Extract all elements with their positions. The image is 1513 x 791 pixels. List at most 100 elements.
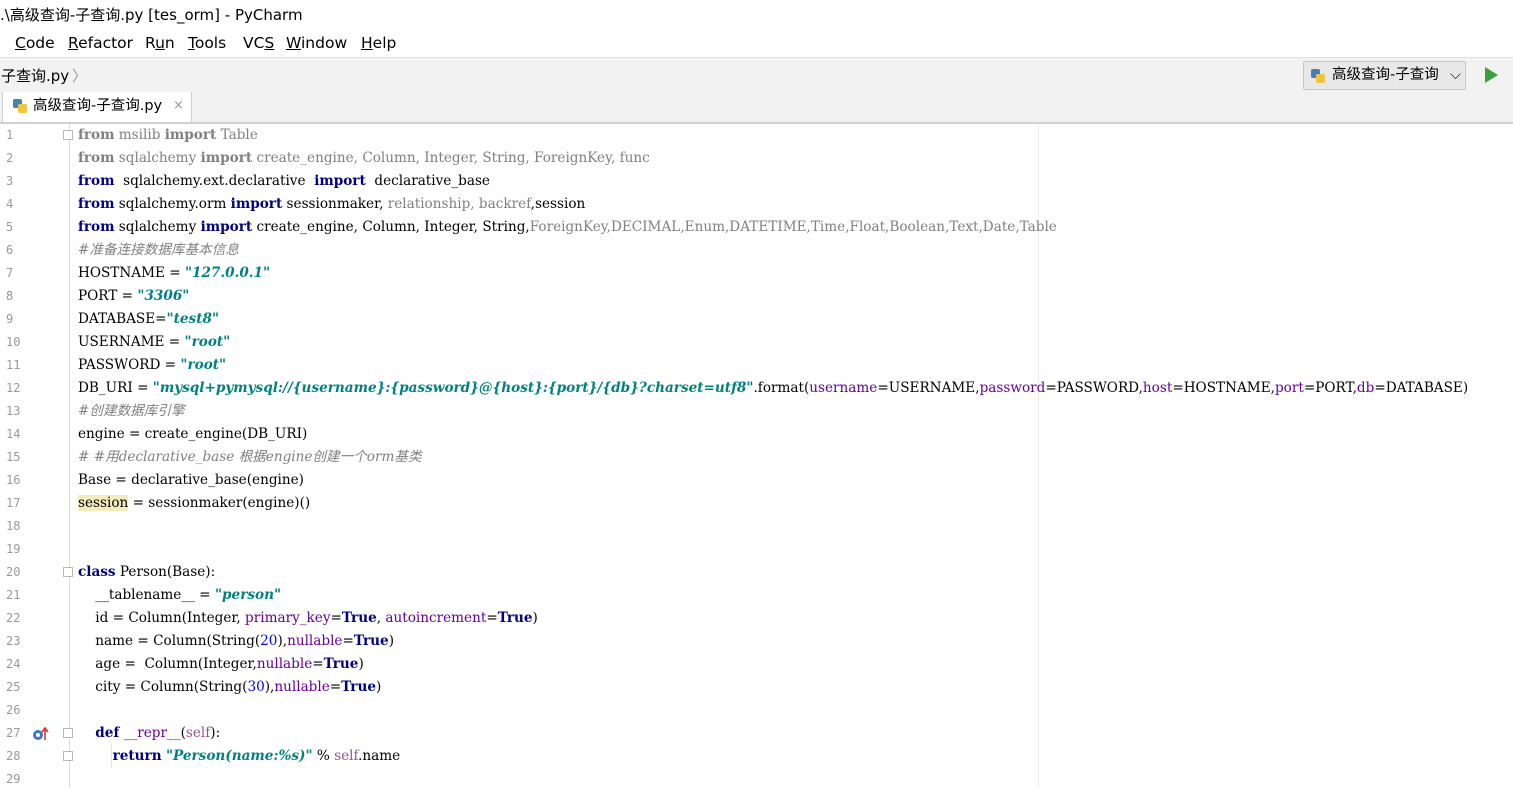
code-line[interactable]: 6 #准备连接数据库基本信息 xyxy=(0,239,1513,262)
code-line[interactable]: 12 DB_URI = "mysql+pymysql://{username}:{… xyxy=(0,377,1513,400)
menu-bar: Code Refactor Run Tools VCS Window Help xyxy=(0,30,1513,56)
code-text: from sqlalchemy.ext.declarative import d… xyxy=(78,170,490,193)
code-token: "test8" xyxy=(166,311,220,327)
code-text: PASSWORD = "root" xyxy=(78,354,226,377)
menu-run[interactable]: Run xyxy=(145,30,175,56)
code-token: ) xyxy=(388,633,395,649)
code-token: True xyxy=(323,656,359,672)
code-token: ), xyxy=(264,679,275,695)
code-line[interactable]: 13 #创建数据库引擎 xyxy=(0,400,1513,423)
menu-code[interactable]: Code xyxy=(15,30,55,56)
code-line[interactable]: 2 from sqlalchemy import create_engine, C… xyxy=(0,147,1513,170)
code-token: "root" xyxy=(184,334,231,350)
close-icon[interactable]: × xyxy=(173,92,184,120)
code-line[interactable]: 14 engine = create_engine(DB_URI) xyxy=(0,423,1513,446)
code-line[interactable]: 9 DATABASE="test8" xyxy=(0,308,1513,331)
code-line[interactable]: 24 age = Column(Integer,nullable=True) xyxy=(0,653,1513,676)
code-token: Base = declarative_base(engine) xyxy=(78,472,304,488)
code-token: __tablename__ = xyxy=(78,587,215,603)
code-line[interactable]: 28 return "Person(name:%s)" % self.name xyxy=(0,745,1513,768)
fold-marker-icon[interactable] xyxy=(63,728,73,738)
code-line[interactable]: 7 HOSTNAME = "127.0.0.1" xyxy=(0,262,1513,285)
run-configuration-selector[interactable]: 高级查询-子查询 ⌵ xyxy=(1303,61,1466,90)
menu-window[interactable]: Window xyxy=(286,30,347,56)
fold-marker-icon[interactable] xyxy=(63,751,73,761)
code-token: =HOSTNAME, xyxy=(1172,380,1275,396)
code-line[interactable]: 18 xyxy=(0,515,1513,538)
menu-vcs[interactable]: VCS xyxy=(243,30,274,56)
code-token: PORT = xyxy=(78,288,138,304)
code-token: from xyxy=(78,150,115,166)
code-token: = xyxy=(329,679,342,695)
line-number: 19 xyxy=(6,542,21,556)
line-number: 6 xyxy=(6,243,14,257)
code-line[interactable]: 11 PASSWORD = "root" xyxy=(0,354,1513,377)
code-token: relationship, backref xyxy=(387,196,531,212)
editor-tab-bar: 高级查询-子查询.py × xyxy=(0,92,1513,124)
code-line[interactable]: 4 from sqlalchemy.orm import sessionmaker… xyxy=(0,193,1513,216)
code-line[interactable]: 1 from msilib import Table xyxy=(0,124,1513,147)
code-line[interactable]: 8 PORT = "3306" xyxy=(0,285,1513,308)
code-text: def __repr__(self): xyxy=(78,722,220,745)
code-token: username xyxy=(809,380,878,396)
code-text: #创建数据库引擎 xyxy=(78,400,185,423)
window-title: .\高级查询-子查询.py [tes_orm] - PyCharm xyxy=(0,6,303,24)
breadcrumb-file[interactable]: 子查询.py xyxy=(1,65,69,86)
code-text: name = Column(String(20),nullable=True) xyxy=(78,630,394,653)
code-line[interactable]: 21 __tablename__ = "person" xyxy=(0,584,1513,607)
line-number: 15 xyxy=(6,450,21,464)
code-line[interactable]: 3 from sqlalchemy.ext.declarative import … xyxy=(0,170,1513,193)
code-token: session xyxy=(78,495,129,511)
tab-active-file[interactable]: 高级查询-子查询.py × xyxy=(2,92,192,122)
code-token: "mysql+pymysql://{username}:{password}@{… xyxy=(152,380,754,396)
code-line[interactable]: 16 Base = declarative_base(engine) xyxy=(0,469,1513,492)
code-token: password xyxy=(979,380,1046,396)
line-number: 22 xyxy=(6,611,21,625)
navigation-bar: 子查询.py 〉 高级查询-子查询 ⌵ xyxy=(0,57,1513,93)
code-token: class xyxy=(78,564,116,580)
code-line[interactable]: 5 from sqlalchemy import create_engine, C… xyxy=(0,216,1513,239)
code-line[interactable]: 23 name = Column(String(20),nullable=Tru… xyxy=(0,630,1513,653)
code-token: sqlalchemy xyxy=(114,150,201,166)
code-text: USERNAME = "root" xyxy=(78,331,230,354)
code-text: from sqlalchemy.orm import sessionmaker,… xyxy=(78,193,585,216)
menu-tools[interactable]: Tools xyxy=(188,30,226,56)
code-line[interactable]: 10 USERNAME = "root" xyxy=(0,331,1513,354)
code-line[interactable]: 26 xyxy=(0,699,1513,722)
code-text: session = sessionmaker(engine)() xyxy=(78,492,310,515)
breadcrumb-separator: 〉 xyxy=(72,67,88,85)
code-line[interactable]: 15 # #用declarative_base 根据engine创建一个orm基类 xyxy=(0,446,1513,469)
code-text: DB_URI = "mysql+pymysql://{username}:{pa… xyxy=(78,377,1468,400)
code-token: # #用declarative_base 根据engine创建一个orm基类 xyxy=(78,449,422,465)
fold-marker-icon[interactable] xyxy=(63,567,73,577)
code-token: import xyxy=(200,219,253,235)
menu-refactor[interactable]: Refactor xyxy=(68,30,133,56)
code-text: __tablename__ = "person" xyxy=(78,584,281,607)
code-line[interactable]: 20 class Person(Base): xyxy=(0,561,1513,584)
code-token: db xyxy=(1356,380,1375,396)
code-line[interactable]: 19 xyxy=(0,538,1513,561)
code-token: nullable xyxy=(287,633,343,649)
code-token: primary_key xyxy=(245,610,331,626)
code-text: return "Person(name:%s)" % self.name xyxy=(78,745,401,768)
override-method-icon[interactable] xyxy=(32,726,50,742)
line-number: 5 xyxy=(6,220,14,234)
line-number: 23 xyxy=(6,634,21,648)
fold-marker-icon[interactable] xyxy=(63,130,73,140)
code-line[interactable]: 17 session = sessionmaker(engine)() xyxy=(0,492,1513,515)
code-token: Person(Base): xyxy=(115,564,216,580)
code-line[interactable]: 22 id = Column(Integer, primary_key=True… xyxy=(0,607,1513,630)
menu-help[interactable]: Help xyxy=(361,30,396,56)
run-icon[interactable] xyxy=(1482,66,1500,84)
code-editor[interactable]: 1 from msilib import Table 2 from sqlalchem… xyxy=(0,124,1513,788)
code-token: sessionmaker, xyxy=(282,196,388,212)
line-number: 8 xyxy=(6,289,14,303)
code-line[interactable]: 25 city = Column(String(30),nullable=Tru… xyxy=(0,676,1513,699)
code-token: = sessionmaker(engine)() xyxy=(128,495,311,511)
code-line[interactable]: 27 def __repr__(self): xyxy=(0,722,1513,745)
line-number: 3 xyxy=(6,174,14,188)
code-token: sqlalchemy xyxy=(114,219,201,235)
line-number: 28 xyxy=(6,749,21,763)
